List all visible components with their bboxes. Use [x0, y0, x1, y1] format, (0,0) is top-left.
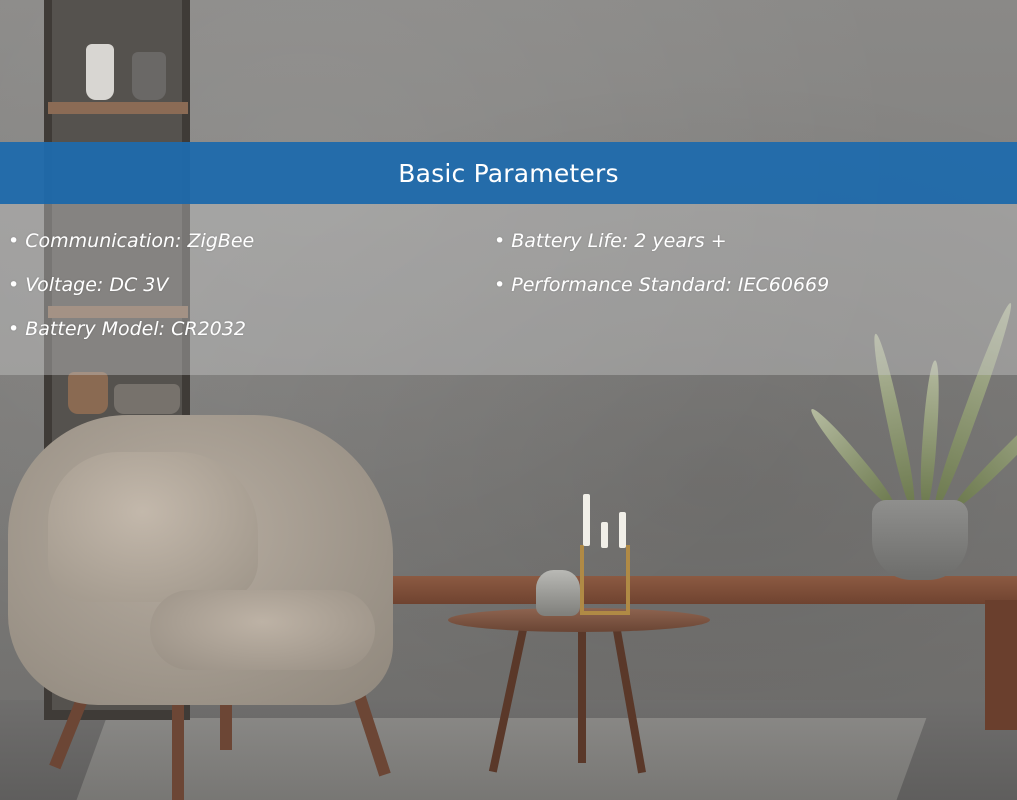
side-table: [448, 608, 710, 632]
param-battery-model: • Battery Model: CR2032: [8, 318, 246, 340]
chair-leg: [172, 690, 184, 800]
shelf-basket: [68, 372, 108, 414]
table-vase: [536, 570, 580, 616]
armchair-back-cushion: [48, 452, 258, 602]
param-battery-life: • Battery Life: 2 years +: [494, 230, 727, 252]
armchair-seat-cushion: [150, 590, 375, 670]
plant-pot: [872, 500, 968, 580]
shelf-vase: [132, 52, 166, 100]
shelf-bowl: [114, 384, 180, 414]
candle-holder: [580, 545, 630, 615]
candle: [601, 522, 608, 548]
candle: [583, 494, 590, 546]
bench: [385, 576, 1017, 604]
table-leg: [578, 628, 586, 763]
parameters-right-column: • Battery Life: 2 years + • Performance …: [494, 229, 829, 317]
parameters-list: • Communication: ZigBee • Voltage: DC 3V…: [0, 204, 1017, 375]
candle: [619, 512, 626, 548]
banner-title: Basic Parameters: [398, 158, 619, 188]
parameters-left-column: • Communication: ZigBee • Voltage: DC 3V…: [8, 229, 254, 361]
param-performance-standard: • Performance Standard: IEC60669: [494, 274, 830, 296]
title-banner: Basic Parameters: [0, 142, 1017, 204]
shelf-board: [48, 102, 188, 114]
param-voltage: • Voltage: DC 3V: [8, 274, 169, 296]
param-communication: • Communication: ZigBee: [8, 230, 255, 252]
shelf-vase: [86, 44, 114, 100]
bench-leg: [985, 600, 1017, 730]
product-parameters-slide: Basic Parameters • Communication: ZigBee…: [0, 0, 1017, 800]
